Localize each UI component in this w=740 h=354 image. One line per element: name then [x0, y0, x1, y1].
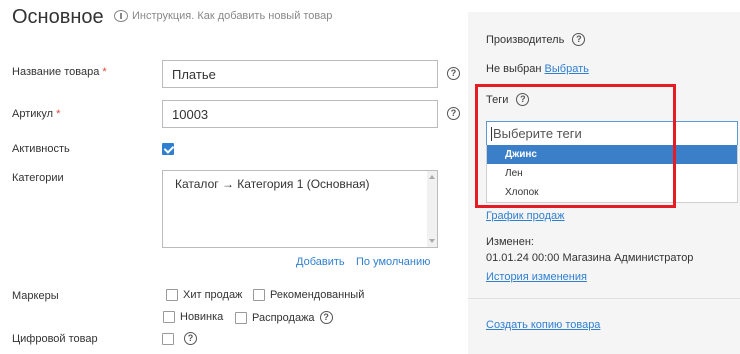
article-label: Артикул * [12, 108, 61, 120]
changed-value: 01.01.24 00:00 Магазина Администратор [486, 252, 694, 264]
manufacturer-value: Не выбран Выбрать [486, 63, 589, 75]
help-icon[interactable]: ? [184, 332, 197, 345]
active-checkbox[interactable] [162, 143, 174, 155]
help-icon[interactable]: ? [572, 33, 586, 46]
product-name-label: Название товара * [12, 66, 107, 78]
sales-chart-link[interactable]: График продаж [486, 210, 564, 222]
marker-hit[interactable]: Хит продаж [166, 289, 242, 301]
checkbox[interactable] [235, 311, 247, 324]
active-label: Активность [12, 143, 70, 155]
copy-product-link[interactable]: Создать копию товара [486, 319, 600, 331]
checkbox[interactable] [163, 311, 175, 323]
marker-recommended[interactable]: Рекомендованный [253, 289, 364, 301]
instruction-text: Инструкция. Как добавить новый товар [132, 10, 333, 22]
marker-sale[interactable]: Распродажа ? [235, 311, 333, 324]
digital-label: Цифровой товар [12, 333, 98, 345]
scrollbar[interactable] [427, 171, 437, 247]
instruction-link[interactable]: Инструкция. Как добавить новый товар [114, 10, 332, 22]
chat-icon [114, 10, 128, 22]
categories-label: Категории [12, 172, 64, 184]
product-name-input[interactable]: Платье [162, 60, 438, 88]
markers-label: Маркеры [12, 290, 59, 302]
add-category-link[interactable]: Добавить [296, 256, 345, 268]
marker-new[interactable]: Новинка [163, 311, 223, 323]
checkbox[interactable] [253, 289, 265, 301]
required-mark: * [56, 108, 61, 120]
changed-label: Изменен: [486, 236, 534, 248]
help-icon[interactable]: ? [447, 107, 460, 120]
required-mark: * [102, 66, 107, 78]
manufacturer-label: Производитель ? [486, 33, 586, 46]
divider [468, 298, 740, 299]
choose-manufacturer-link[interactable]: Выбрать [545, 63, 589, 75]
help-icon[interactable]: ? [319, 311, 333, 324]
categories-value: Каталог → Категория 1 (Основная) [175, 177, 370, 191]
history-link[interactable]: История изменения [486, 271, 587, 283]
default-category-link[interactable]: По умолчанию [356, 256, 430, 268]
help-icon[interactable]: ? [447, 67, 460, 80]
page-title: Основное [12, 6, 104, 28]
highlight-frame [475, 84, 676, 208]
digital-checkbox[interactable] [162, 333, 174, 345]
checkbox[interactable] [166, 289, 178, 301]
article-input[interactable]: 10003 [162, 100, 438, 128]
categories-textarea[interactable]: Каталог → Категория 1 (Основная) [162, 170, 438, 248]
